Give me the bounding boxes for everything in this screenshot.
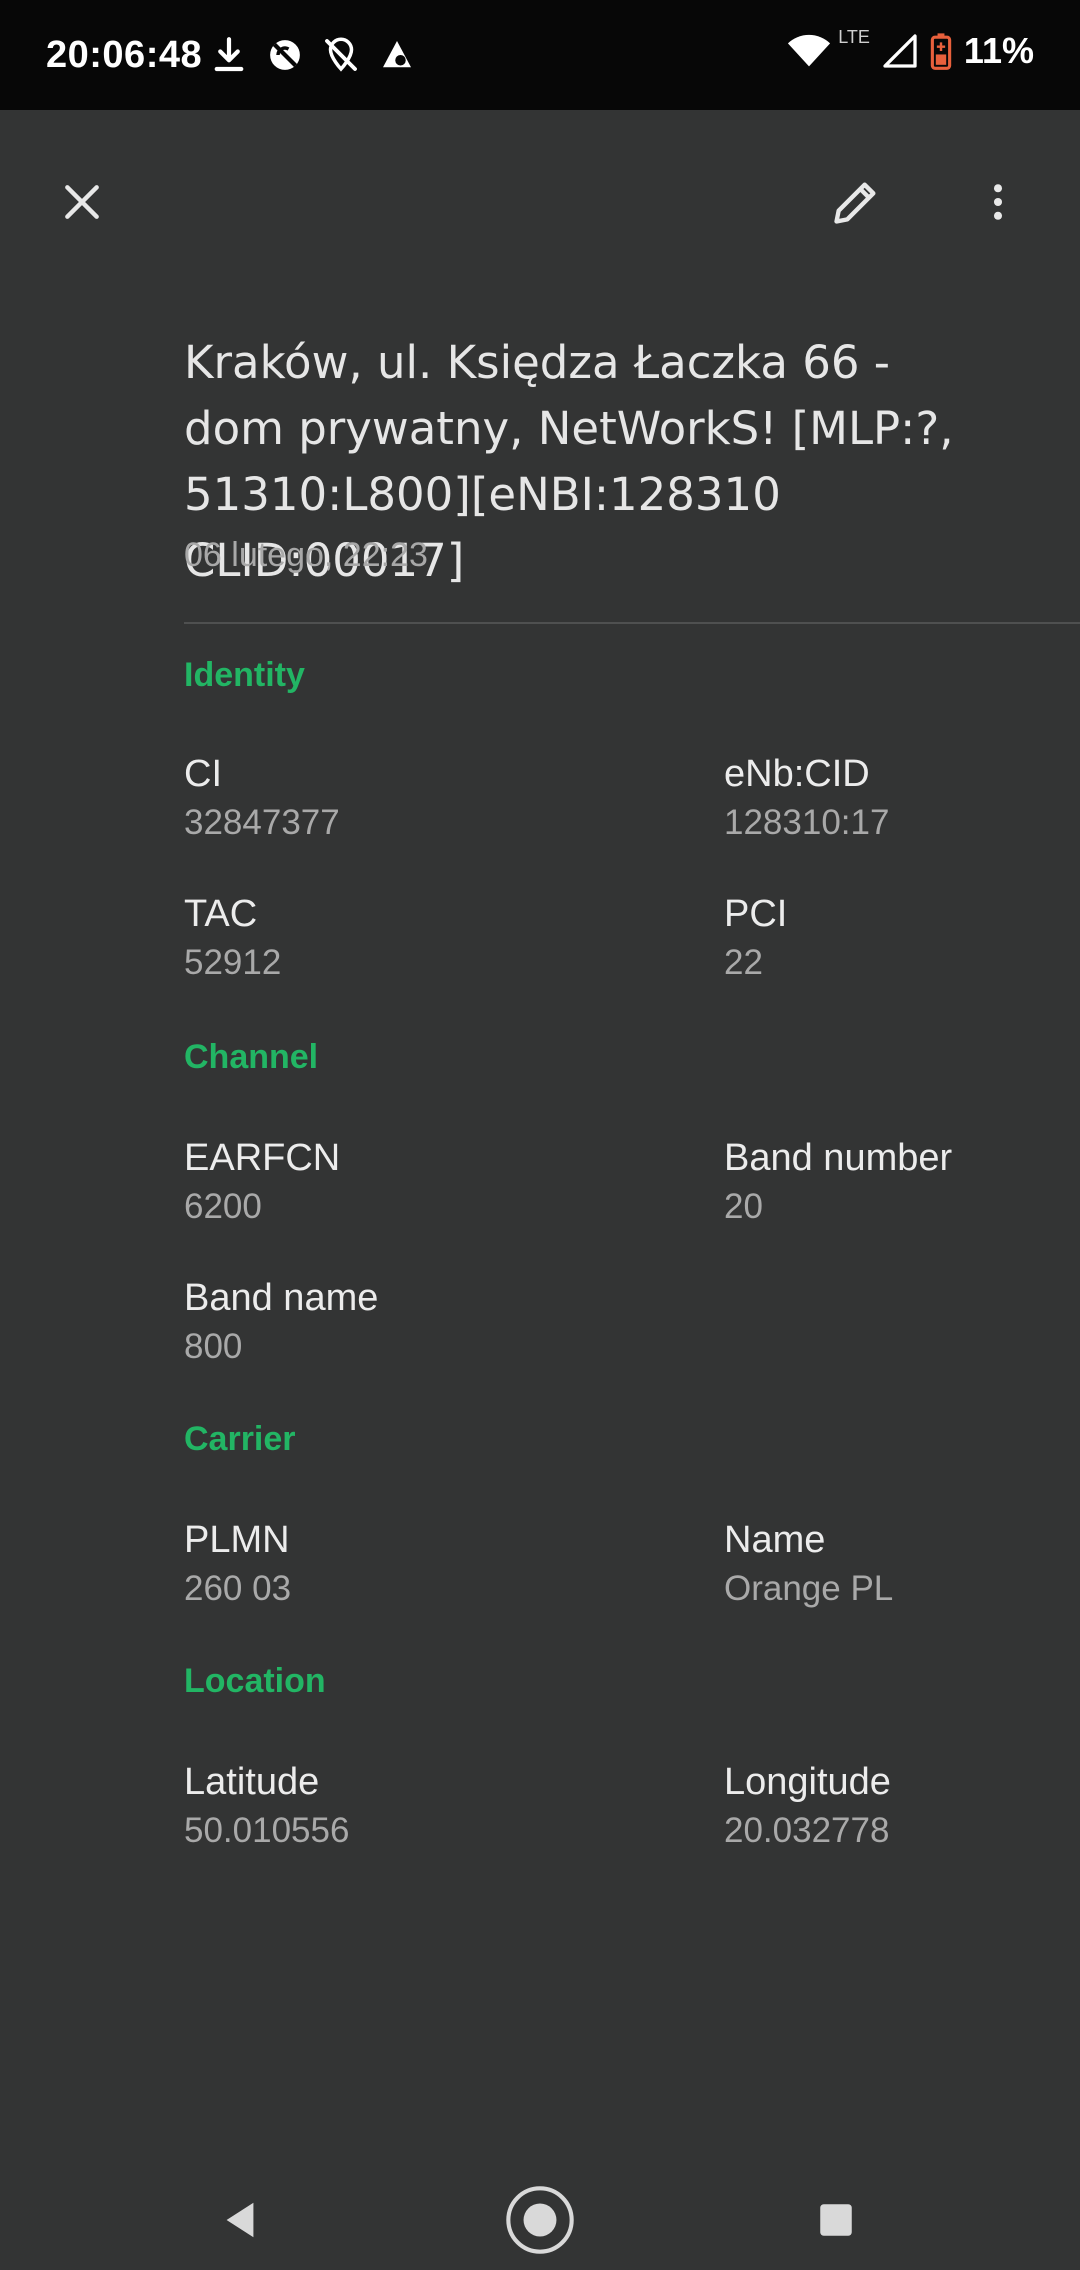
field-label: Latitude [184, 1761, 320, 1803]
field-latitude: Latitude 50.010556 [184, 1758, 349, 1854]
field-label: Longitude [724, 1761, 891, 1803]
field-value: 50.010556 [184, 1811, 350, 1850]
field-value: 20.032778 [724, 1811, 890, 1850]
section-title-location: Location [184, 1662, 326, 1700]
more-vert-icon [993, 184, 1003, 220]
field-earfcn: EARFCN 6200 [184, 1134, 340, 1230]
field-label: eNb:CID [724, 753, 870, 795]
edit-button[interactable] [816, 162, 896, 242]
field-value: 800 [184, 1327, 243, 1366]
status-time: 20:06:48 [46, 34, 203, 76]
edit-icon [834, 182, 876, 224]
close-icon [65, 185, 99, 219]
back-icon [226, 2202, 254, 2238]
field-tac: TAC 52912 [184, 890, 281, 986]
status-bar: 20:06:48 LTE 11% [0, 0, 1080, 110]
field-value: Orange PL [724, 1569, 894, 1608]
section-title-identity: Identity [184, 656, 305, 694]
field-label: TAC [184, 893, 258, 935]
home-button[interactable] [500, 2180, 580, 2260]
field-enb-cid: eNb:CID 128310:17 [724, 750, 889, 846]
network-type-label: LTE [838, 26, 870, 47]
app-bar [0, 110, 1080, 290]
location-off-icon [325, 37, 357, 72]
cell-title-line: dom prywatny, NetWorkS! [MLP:?, [184, 402, 954, 455]
field-plmn: PLMN 260 03 [184, 1516, 291, 1612]
field-label: PCI [724, 893, 788, 935]
status-notification-icons [208, 34, 418, 76]
battery-percentage: 11% [963, 30, 1034, 71]
field-band-name: Band name 800 [184, 1274, 378, 1370]
sync-off-icon [270, 40, 300, 70]
wifi-icon [788, 34, 831, 67]
divider [184, 622, 1080, 624]
field-label: Name [724, 1519, 826, 1561]
status-system-icons: LTE 11% [786, 26, 1034, 72]
more-options-button[interactable] [958, 162, 1038, 242]
section-title-carrier: Carrier [184, 1420, 296, 1458]
home-icon [506, 2186, 574, 2254]
section-title-channel: Channel [184, 1038, 319, 1076]
cell-timestamp: 06 lutego, 22:23 [184, 536, 428, 574]
field-label: CI [184, 753, 222, 795]
field-value: 52912 [184, 943, 282, 982]
recents-icon [820, 2204, 852, 2236]
system-nav-bar [0, 2160, 1080, 2270]
download-icon [214, 37, 244, 72]
cell-title-line: Kraków, ul. Księdza Łaczka 66 - [184, 336, 891, 389]
back-button[interactable] [200, 2180, 280, 2260]
recents-button[interactable] [796, 2180, 876, 2260]
field-value: 32847377 [184, 803, 340, 842]
field-label: EARFCN [184, 1137, 341, 1179]
field-longitude: Longitude 20.032778 [724, 1758, 891, 1854]
field-value: 260 03 [184, 1569, 292, 1608]
field-value: 128310:17 [724, 803, 890, 842]
field-value: 22 [724, 943, 763, 982]
signal-icon [883, 34, 917, 68]
field-label: Band name [184, 1277, 379, 1319]
battery-low-icon [930, 33, 952, 70]
field-band-number: Band number 20 [724, 1134, 952, 1230]
field-ci: CI 32847377 [184, 750, 340, 846]
field-value: 6200 [184, 1187, 262, 1226]
field-pci: PCI 22 [724, 890, 787, 986]
close-button[interactable] [42, 162, 122, 242]
field-value: 20 [724, 1187, 763, 1226]
field-label: Band number [724, 1137, 953, 1179]
field-carrier-name: Name Orange PL [724, 1516, 893, 1612]
notification-app-icon [383, 41, 411, 68]
field-label: PLMN [184, 1519, 290, 1561]
